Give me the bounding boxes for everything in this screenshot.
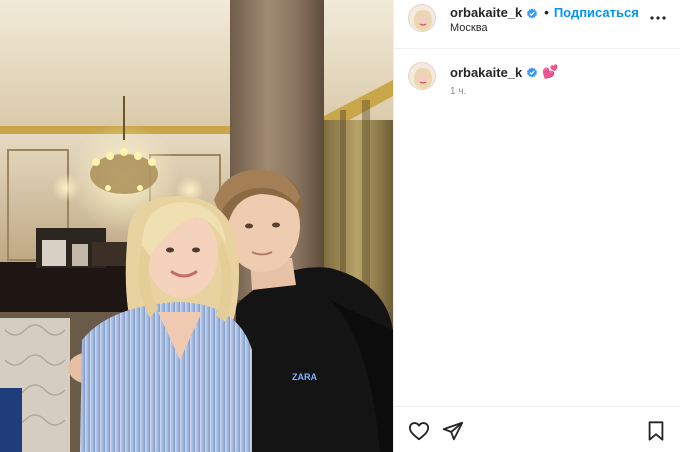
follow-button[interactable]: Подписаться — [554, 5, 639, 20]
author-avatar[interactable] — [408, 4, 436, 32]
header-user-row: orbakaite_k • Подписаться — [450, 5, 639, 20]
photo-scene: ZARA — [0, 0, 393, 452]
post-timestamp[interactable]: 1 ч. — [450, 86, 466, 97]
post-actions-bar — [394, 406, 680, 452]
instagram-post: ZARA orbakaite_k • Подписаться Москва or… — [0, 0, 680, 452]
post-side-panel: orbakaite_k • Подписаться Москва orbakai… — [393, 0, 680, 452]
verified-badge-icon — [526, 66, 538, 78]
heart-icon[interactable] — [408, 420, 430, 442]
post-location[interactable]: Москва — [450, 22, 488, 34]
caption-avatar[interactable] — [408, 62, 436, 90]
separator-dot: • — [544, 5, 549, 20]
share-icon[interactable] — [442, 420, 464, 442]
author-username[interactable]: orbakaite_k — [450, 5, 522, 20]
post-photo[interactable]: ZARA — [0, 0, 393, 452]
more-options-icon[interactable] — [649, 9, 667, 27]
verified-badge-icon — [526, 7, 538, 19]
caption-user-row: orbakaite_k 💕 — [450, 64, 558, 80]
post-header: orbakaite_k • Подписаться Москва — [394, 0, 680, 49]
caption-text: 💕 — [542, 64, 559, 79]
shirt-print: ZARA — [292, 372, 317, 382]
caption-username[interactable]: orbakaite_k — [450, 65, 522, 80]
bookmark-icon[interactable] — [645, 420, 667, 442]
